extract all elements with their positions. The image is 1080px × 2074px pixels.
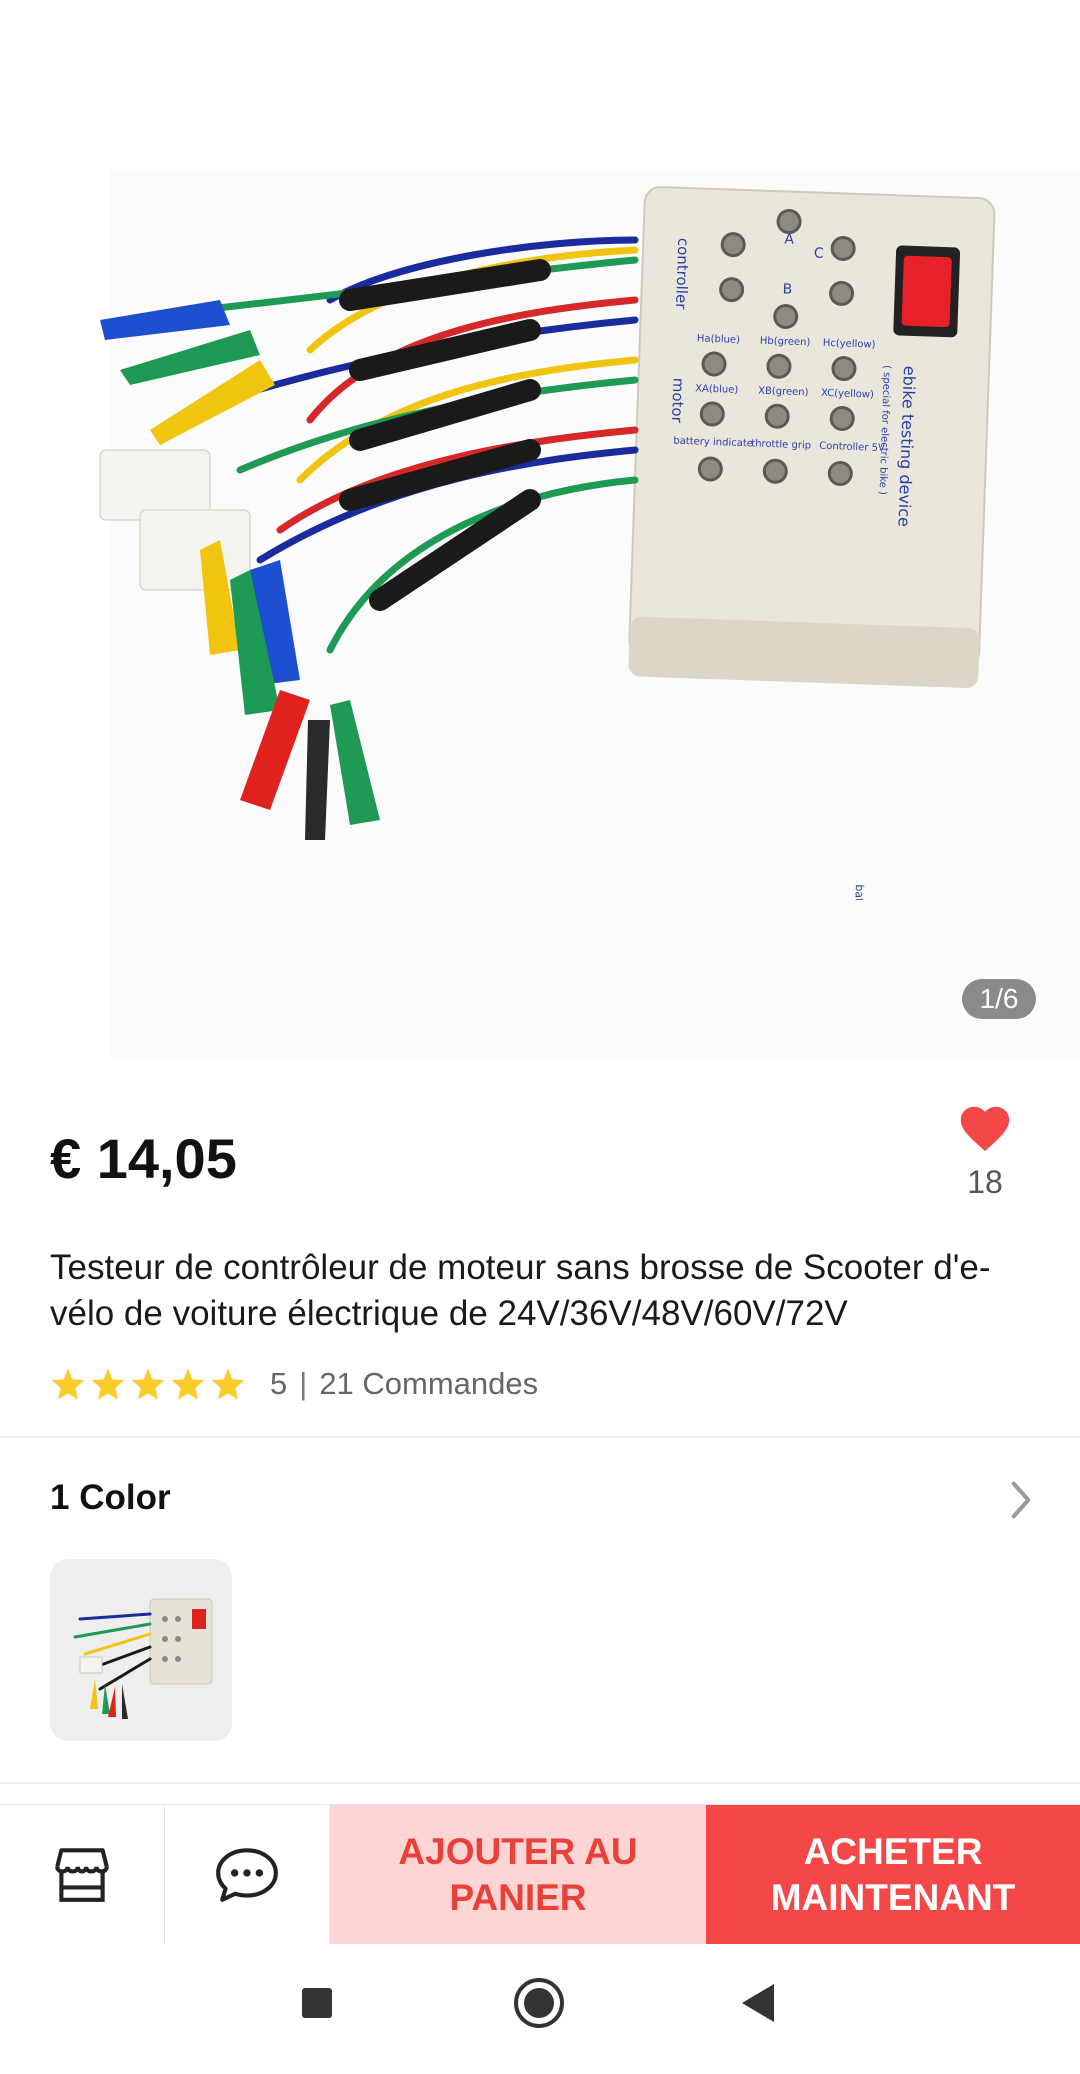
store-icon[interactable] bbox=[49, 1842, 115, 1908]
wishlist-button[interactable]: 18 bbox=[950, 1100, 1020, 1201]
store-button[interactable] bbox=[0, 1805, 165, 1945]
label-battery-switch: battery switch bbox=[850, 884, 866, 900]
chat-button[interactable] bbox=[165, 1805, 330, 1945]
star-icon bbox=[131, 1368, 165, 1400]
add-to-cart-button[interactable]: AJOUTER AU PANIER bbox=[330, 1805, 706, 1945]
rating-separator: | bbox=[299, 1366, 308, 1401]
heart-icon[interactable] bbox=[956, 1100, 1014, 1154]
product-image-gallery[interactable]: battery switch Ha(blue) Hb(green) Hc(yel… bbox=[0, 0, 1080, 1060]
color-swatch-thumbnail[interactable] bbox=[50, 1559, 232, 1741]
star-icon bbox=[51, 1368, 85, 1400]
orders-count: 21 Commandes bbox=[319, 1366, 539, 1401]
rating-row[interactable]: 5 | 21 Commandes bbox=[50, 1364, 538, 1404]
product-title: Testeur de contrôleur de moteur sans bro… bbox=[50, 1248, 991, 1333]
square-icon[interactable] bbox=[300, 1986, 334, 2020]
label-xb: XB(green) bbox=[758, 386, 809, 399]
chevron-right-icon[interactable] bbox=[1008, 1480, 1034, 1520]
product-price: € 14,05 bbox=[50, 1127, 237, 1190]
android-nav-bar bbox=[0, 1944, 1080, 2074]
label-hb: Hb(green) bbox=[760, 336, 811, 349]
label-xa: XA(blue) bbox=[695, 383, 739, 396]
color-section-heading[interactable]: 1 Color bbox=[50, 1478, 171, 1518]
rating-stars bbox=[50, 1367, 246, 1401]
divider bbox=[0, 1782, 1080, 1784]
label-controller: controller bbox=[672, 238, 693, 311]
buy-now-button[interactable]: ACHETER MAINTENANT bbox=[706, 1805, 1080, 1945]
bottom-action-bar: AJOUTER AU PANIER ACHETER MAINTENANT bbox=[0, 1804, 1080, 1945]
label-c: C bbox=[814, 245, 825, 261]
label-motor: motor bbox=[668, 377, 688, 423]
swatch-product-image bbox=[73, 1598, 213, 1719]
label-b: B bbox=[782, 281, 792, 297]
home-circle-icon[interactable] bbox=[512, 1976, 566, 2030]
label-controller-5v: Controller 5V bbox=[819, 441, 885, 454]
label-ha: Ha(blue) bbox=[697, 333, 741, 345]
wishlist-count: 18 bbox=[967, 1164, 1003, 1200]
back-triangle-icon[interactable] bbox=[740, 1982, 776, 2024]
divider bbox=[0, 1436, 1080, 1438]
chat-icon[interactable] bbox=[212, 1843, 282, 1907]
star-icon bbox=[91, 1368, 125, 1400]
label-hc: Hc(yellow) bbox=[823, 338, 876, 351]
label-xc: XC(yellow) bbox=[821, 388, 874, 401]
rating-value: 5 bbox=[270, 1366, 288, 1401]
label-throttle-grip: throttle grip bbox=[751, 438, 811, 451]
label-a: A bbox=[784, 231, 795, 247]
image-page-indicator: 1/6 bbox=[962, 979, 1036, 1019]
star-icon bbox=[211, 1368, 245, 1400]
product-image[interactable]: battery switch Ha(blue) Hb(green) Hc(yel… bbox=[60, 180, 1020, 900]
star-icon bbox=[171, 1368, 205, 1400]
